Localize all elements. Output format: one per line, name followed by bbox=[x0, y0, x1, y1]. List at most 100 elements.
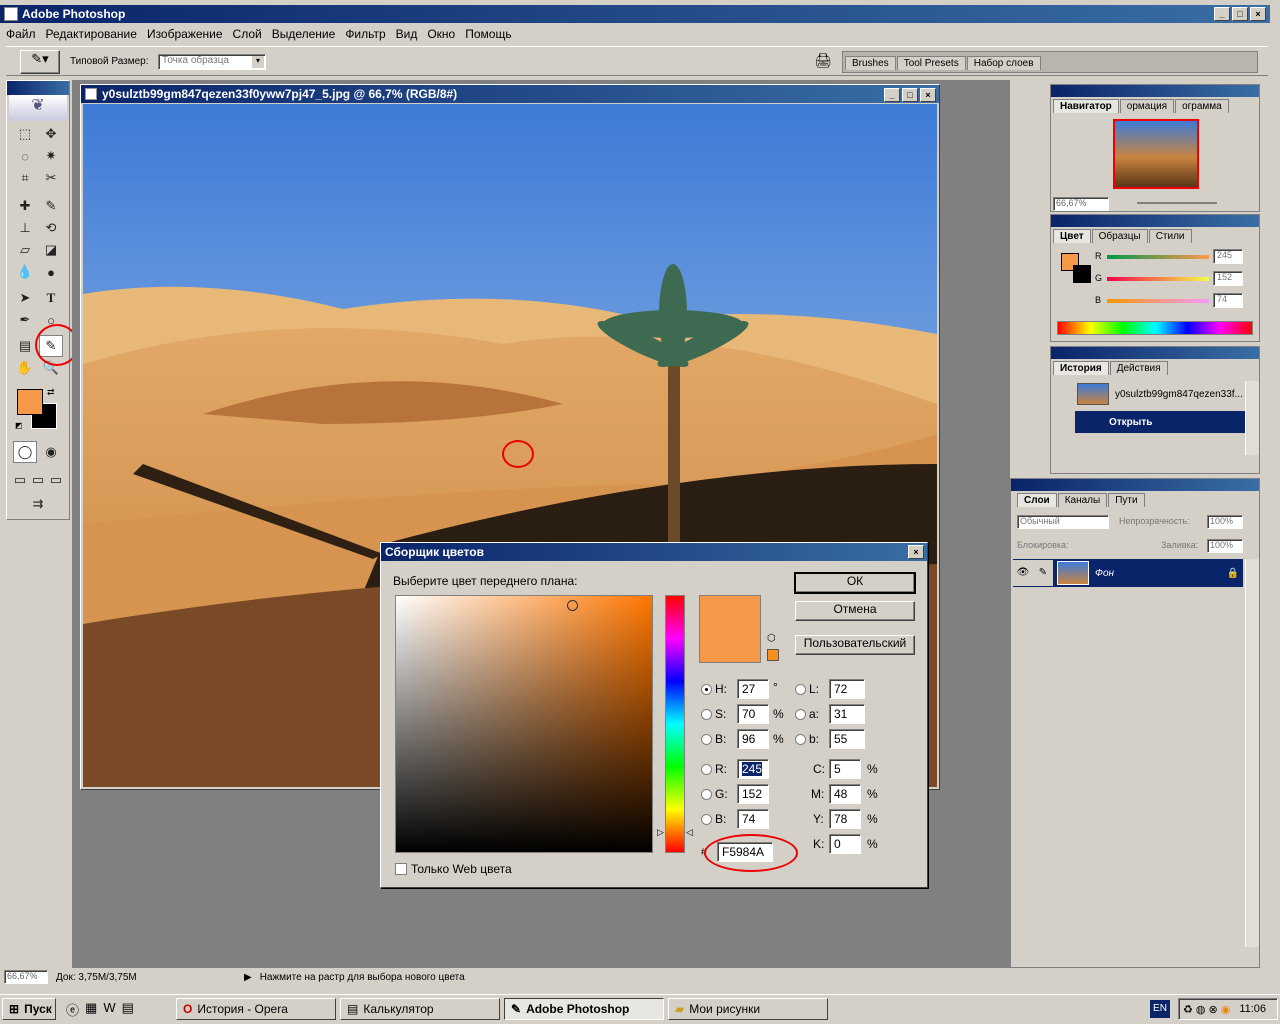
lab-b-radio[interactable] bbox=[795, 734, 806, 745]
fill-input[interactable]: 100% bbox=[1207, 539, 1243, 553]
history-brush-tool[interactable]: ⟲ bbox=[39, 217, 63, 239]
menu-item-0[interactable]: Файл bbox=[6, 27, 36, 41]
slice-tool[interactable]: ✂ bbox=[39, 167, 63, 189]
file-browser-icon[interactable]: 🖨 bbox=[812, 52, 834, 72]
ie-icon[interactable]: ⓔ bbox=[66, 1000, 79, 1019]
menu-item-7[interactable]: Окно bbox=[427, 27, 455, 41]
color-tab-0[interactable]: Цвет bbox=[1053, 229, 1091, 243]
taskbar-my-pictures[interactable]: ▰ Мои рисунки bbox=[668, 998, 828, 1020]
status-arrow-icon[interactable]: ▶ bbox=[244, 972, 252, 983]
history-scrollbar[interactable] bbox=[1245, 381, 1259, 455]
minimize-button[interactable]: _ bbox=[1214, 7, 1230, 21]
taskbar-calculator[interactable]: ▤ Калькулятор bbox=[340, 998, 500, 1020]
hue-slider[interactable] bbox=[665, 595, 685, 853]
status-zoom[interactable]: 66,67% bbox=[4, 970, 48, 984]
marquee-tool[interactable]: ⬚ bbox=[13, 123, 37, 145]
notes-tool[interactable]: ▤ bbox=[13, 335, 37, 357]
history-tab-1[interactable]: Действия bbox=[1109, 361, 1168, 375]
calculator-icon[interactable]: ▤ bbox=[122, 1000, 134, 1019]
palette-well-tab-2[interactable]: Набор слоев bbox=[966, 56, 1041, 70]
outlook-icon[interactable]: ▦ bbox=[85, 1000, 97, 1019]
history-step-row[interactable]: Открыть bbox=[1075, 411, 1245, 433]
jump-to-imageready[interactable]: ⇉ bbox=[13, 493, 63, 515]
navigator-tab-1[interactable]: ормация bbox=[1119, 99, 1175, 113]
layers-scrollbar[interactable] bbox=[1245, 559, 1259, 947]
m-input[interactable]: 48 bbox=[829, 784, 861, 804]
menu-item-8[interactable]: Помощь bbox=[465, 27, 511, 41]
color-g-value[interactable]: 152 bbox=[1213, 271, 1243, 286]
brightness-input[interactable]: 96 bbox=[737, 729, 769, 749]
color-spectrum-bar[interactable] bbox=[1057, 321, 1253, 335]
hue-slider-arrow-left[interactable]: ▷ bbox=[657, 827, 664, 838]
hue-slider-arrow-right[interactable]: ◁ bbox=[686, 827, 693, 838]
healing-brush-tool[interactable]: ✚ bbox=[13, 195, 37, 217]
c-input[interactable]: 5 bbox=[829, 759, 861, 779]
sample-size-select[interactable]: Точка образца ▾ bbox=[158, 54, 266, 70]
color-g-slider[interactable] bbox=[1107, 277, 1209, 281]
hand-tool[interactable]: ✋ bbox=[13, 357, 37, 379]
history-snapshot-row[interactable]: y0sulztb99gm847qezen33f... bbox=[1053, 381, 1245, 407]
blend-mode-select[interactable]: Обычный bbox=[1017, 515, 1109, 529]
menu-item-3[interactable]: Слой bbox=[233, 27, 262, 41]
navigator-tab-2[interactable]: ограмма bbox=[1175, 99, 1229, 113]
blur-tool[interactable]: 💧 bbox=[13, 261, 37, 283]
brush-tool[interactable]: ✎ bbox=[39, 195, 63, 217]
k-input[interactable]: 0 bbox=[829, 834, 861, 854]
start-button[interactable]: ⊞ Пуск bbox=[2, 998, 56, 1020]
magic-wand-tool[interactable]: ✷ bbox=[39, 145, 63, 167]
ok-button[interactable]: ОК bbox=[794, 572, 916, 594]
color-tab-2[interactable]: Стили bbox=[1148, 229, 1192, 243]
navigator-thumbnail[interactable] bbox=[1113, 119, 1199, 189]
screen-mode-full[interactable]: ▭ bbox=[47, 469, 65, 491]
web-only-checkbox[interactable] bbox=[395, 863, 407, 875]
stamp-tool[interactable]: ⊥ bbox=[13, 217, 37, 239]
tray-icon-3[interactable]: ⊗ bbox=[1208, 1003, 1217, 1016]
menu-item-1[interactable]: Редактирование bbox=[46, 27, 137, 41]
navigator-zoom-slider[interactable] bbox=[1137, 202, 1217, 204]
navigator-tab-0[interactable]: Навигатор bbox=[1053, 99, 1119, 113]
color-b-value[interactable]: 74 bbox=[1213, 293, 1243, 308]
visibility-eye-icon[interactable]: 👁 bbox=[1013, 560, 1033, 586]
type-tool[interactable]: T bbox=[39, 287, 63, 309]
color-panel-bg-swatch[interactable] bbox=[1073, 265, 1091, 283]
brightness-radio[interactable] bbox=[701, 734, 712, 745]
dodge-tool[interactable]: ● bbox=[39, 261, 63, 283]
swap-colors-icon[interactable]: ⇄ bbox=[47, 387, 55, 398]
maximize-button[interactable]: □ bbox=[1232, 7, 1248, 21]
tray-icon-2[interactable]: ◍ bbox=[1196, 1003, 1206, 1016]
palette-well-tab-0[interactable]: Brushes bbox=[845, 56, 896, 70]
picker-close-button[interactable]: × bbox=[908, 545, 924, 559]
menu-item-4[interactable]: Выделение bbox=[272, 27, 336, 41]
color-tab-1[interactable]: Образцы bbox=[1091, 229, 1148, 243]
a-input[interactable]: 31 bbox=[829, 704, 865, 724]
r-input[interactable]: 245 bbox=[737, 759, 769, 779]
pen-tool[interactable]: ✒ bbox=[13, 309, 37, 331]
h-radio[interactable] bbox=[701, 684, 712, 695]
a-radio[interactable] bbox=[795, 709, 806, 720]
screen-mode-full-menu[interactable]: ▭ bbox=[29, 469, 47, 491]
g-input[interactable]: 152 bbox=[737, 784, 769, 804]
h-input[interactable]: 27 bbox=[737, 679, 769, 699]
doc-maximize-button[interactable]: □ bbox=[902, 87, 918, 102]
y-input[interactable]: 78 bbox=[829, 809, 861, 829]
eraser-tool[interactable]: ▱ bbox=[13, 239, 37, 261]
color-r-slider[interactable] bbox=[1107, 255, 1209, 259]
s-radio[interactable] bbox=[701, 709, 712, 720]
menu-item-2[interactable]: Изображение bbox=[147, 27, 223, 41]
eyedropper-tool-preset[interactable]: ✎▾ bbox=[20, 50, 60, 74]
lasso-tool[interactable]: ◌ bbox=[13, 145, 37, 167]
tray-icon-4[interactable]: ◉ bbox=[1221, 1003, 1231, 1016]
move-tool[interactable]: ✥ bbox=[39, 123, 63, 145]
navigator-zoom[interactable]: 66,67% bbox=[1053, 197, 1109, 211]
color-r-value[interactable]: 245 bbox=[1213, 249, 1243, 264]
r-radio[interactable] bbox=[701, 764, 712, 775]
b-radio[interactable] bbox=[701, 814, 712, 825]
layers-tab-1[interactable]: Каналы bbox=[1057, 493, 1108, 507]
language-indicator[interactable]: EN bbox=[1150, 1000, 1170, 1018]
cancel-button[interactable]: Отмена bbox=[795, 601, 915, 621]
screen-mode-standard[interactable]: ▭ bbox=[11, 469, 29, 491]
foreground-color-swatch[interactable] bbox=[17, 389, 43, 415]
l-radio[interactable] bbox=[795, 684, 806, 695]
close-button[interactable]: × bbox=[1250, 7, 1266, 21]
menu-item-5[interactable]: Фильтр bbox=[345, 27, 385, 41]
